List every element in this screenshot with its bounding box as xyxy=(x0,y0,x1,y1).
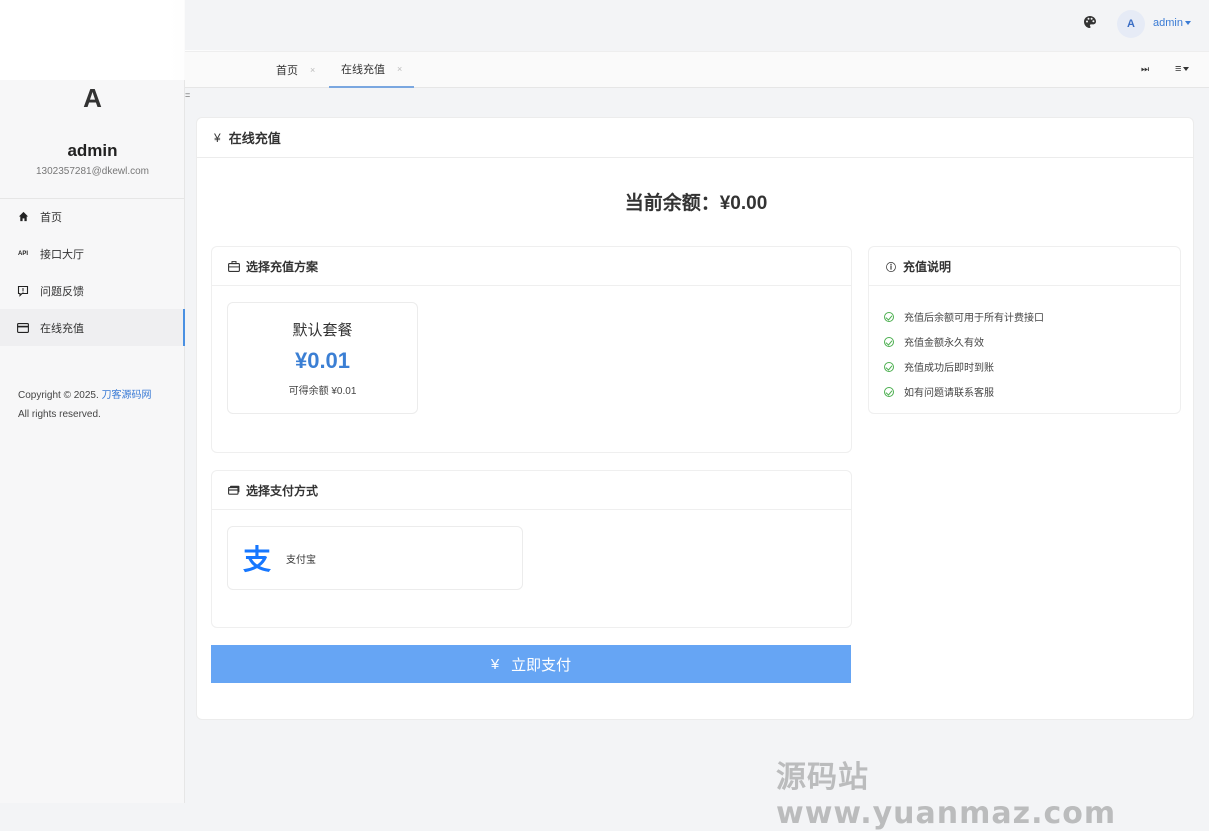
svg-text:支: 支 xyxy=(243,543,271,574)
yen-icon: ¥ xyxy=(214,130,221,145)
plan-subtitle: 可得余额 ¥0.01 xyxy=(288,386,357,397)
user-name: admin xyxy=(1153,17,1183,29)
copyright-prefix: Copyright © 2025. xyxy=(18,390,99,401)
card-icon xyxy=(16,321,30,335)
payment-option-alipay[interactable]: 支 支付宝 xyxy=(227,526,523,590)
plan-price: ¥0.01 xyxy=(294,348,351,373)
sidebar-item-label: 在线充值 xyxy=(40,322,84,335)
sidebar-item-recharge[interactable]: 在线充值 xyxy=(0,309,185,346)
sidebar-item-label: 问题反馈 xyxy=(40,285,84,298)
payment-label: 支付宝 xyxy=(286,554,316,566)
plan-option[interactable]: 默认套餐 ¥0.01 可得余额 ¥0.01 xyxy=(227,302,418,414)
note-text: 如有问题请联系客服 xyxy=(904,388,994,399)
sidebar-item-label: 接口大厅 xyxy=(40,248,84,261)
tabs-bar: 首页 × 在线充值 × ⏭ ≡ xyxy=(185,51,1209,88)
list-item: 充值金额永久有效 xyxy=(884,329,1044,354)
notes-panel-title: 充值说明 xyxy=(903,259,952,274)
notes-panel: ⓘ 充值说明 充值后余额可用于所有计费接口 充值金额永久有效 充值成功后即时到账… xyxy=(868,246,1181,414)
sidebar-username: admin xyxy=(67,141,118,160)
notes-list: 充值后余额可用于所有计费接口 充值金额永久有效 充值成功后即时到账 如有问题请联… xyxy=(884,304,1044,404)
note-text: 充值金额永久有效 xyxy=(904,338,984,349)
tab-label: 首页 xyxy=(276,65,298,77)
list-item: 充值后余额可用于所有计费接口 xyxy=(884,304,1044,329)
collapse-toggle[interactable]: = xyxy=(185,90,190,100)
close-icon[interactable]: × xyxy=(310,65,315,75)
page-title: 在线充值 xyxy=(228,131,281,146)
sidebar-item-feedback[interactable]: 问题反馈 xyxy=(0,272,184,309)
briefcase-icon xyxy=(228,260,240,272)
plans-panel: 选择充值方案 默认套餐 ¥0.01 可得余额 ¥0.01 xyxy=(211,246,852,453)
topbar xyxy=(185,0,1209,50)
list-item: 如有问题请联系客服 xyxy=(884,379,1044,404)
pay-now-button[interactable]: ¥ 立即支付 xyxy=(211,645,851,683)
recharge-card: ¥ 在线充值 当前余额：¥0.00 选择充值方案 默认套餐 ¥0.01 可得余额… xyxy=(196,117,1194,720)
notes-panel-header: ⓘ 充值说明 xyxy=(869,247,1180,286)
check-circle-icon xyxy=(884,361,894,372)
user-avatar[interactable]: A xyxy=(1117,10,1145,38)
alipay-icon: 支 xyxy=(242,542,274,576)
sidebar: A admin 1302357281@dkewl.com 首页 API 接口大厅… xyxy=(0,0,280,803)
plans-panel-header: 选择充值方案 xyxy=(212,247,851,286)
menu-icon: ≡ xyxy=(1175,63,1182,75)
payment-panel-header: 选择支付方式 xyxy=(212,471,851,510)
tab-home[interactable]: 首页 × xyxy=(276,52,315,88)
home-icon xyxy=(16,210,30,224)
check-circle-icon xyxy=(884,386,894,397)
sidebar-item-label: 首页 xyxy=(40,211,62,224)
sidebar-avatar: A xyxy=(83,83,102,113)
check-circle-icon xyxy=(884,311,894,322)
user-menu[interactable]: admin xyxy=(1153,17,1191,29)
sidebar-item-api[interactable]: API 接口大厅 xyxy=(0,235,184,272)
sidebar-nav: 首页 API 接口大厅 问题反馈 在线充值 xyxy=(0,198,185,346)
payment-panel-title: 选择支付方式 xyxy=(246,483,319,498)
watermark: 源码站www.yuanmaz.com xyxy=(776,760,1117,831)
yen-icon: ¥ xyxy=(490,655,500,673)
list-item: 充值成功后即时到账 xyxy=(884,354,1044,379)
payment-panel: 选择支付方式 支 支付宝 xyxy=(211,470,852,628)
plan-name: 默认套餐 xyxy=(292,322,353,339)
current-balance: 当前余额：¥0.00 xyxy=(624,193,768,214)
copyright-link[interactable]: 刀客源码网 xyxy=(102,390,152,401)
sidebar-item-home[interactable]: 首页 xyxy=(0,198,184,235)
tab-recharge[interactable]: 在线充值 × xyxy=(329,52,415,88)
copyright: Copyright © 2025. 刀客源码网 All rights reser… xyxy=(18,386,152,424)
check-circle-icon xyxy=(884,336,894,347)
tab-label: 在线充值 xyxy=(341,64,385,76)
api-icon: API xyxy=(17,250,28,257)
palette-icon[interactable] xyxy=(1083,15,1097,29)
pay-button-label: 立即支付 xyxy=(511,656,572,674)
note-text: 充值后余额可用于所有计费接口 xyxy=(904,313,1044,324)
skip-forward-icon[interactable]: ⏭ xyxy=(1141,64,1149,75)
feedback-icon xyxy=(16,284,30,298)
tab-menu-button[interactable]: ≡ xyxy=(1175,63,1190,75)
copyright-rights: All rights reserved. xyxy=(18,409,101,420)
note-text: 充值成功后即时到账 xyxy=(904,363,994,374)
wallet-icon xyxy=(228,484,240,496)
sidebar-email: 1302357281@dkewl.com xyxy=(35,166,149,177)
close-icon[interactable]: × xyxy=(397,64,402,74)
info-icon: ⓘ xyxy=(886,262,896,274)
chevron-down-icon xyxy=(1184,21,1191,26)
plans-panel-title: 选择充值方案 xyxy=(246,259,319,274)
chevron-down-icon xyxy=(1183,67,1190,72)
card-header: ¥ 在线充值 xyxy=(197,118,1193,158)
